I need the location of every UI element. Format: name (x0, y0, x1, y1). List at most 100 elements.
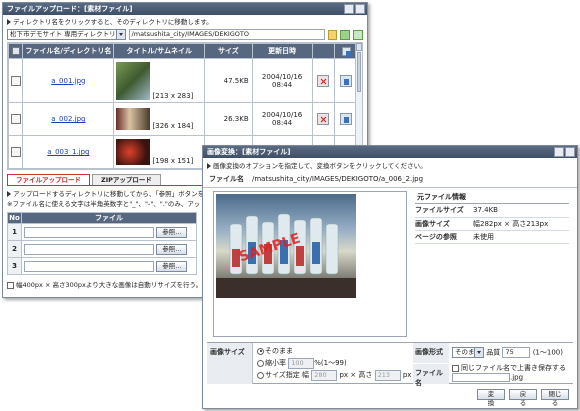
file-icon-cell (8, 102, 24, 136)
option-custom[interactable]: サイズ指定 幅 280 px × 高さ 213 px (257, 369, 411, 381)
px-x-label: px × 高さ (339, 371, 373, 379)
minimize-icon[interactable] (344, 4, 354, 14)
directory-hint-text: ディレクトリ名をクリックすると、そのディレクトリに移動します。 (13, 18, 213, 26)
convert-title-text: 画像変換：[素材ファイル] (207, 148, 291, 156)
folder-up-icon[interactable] (340, 29, 351, 40)
upload-file-input[interactable] (24, 260, 154, 272)
overwrite-label: 同じファイル名で上書き保存する (461, 364, 566, 372)
overwrite-checkbox[interactable] (452, 364, 459, 372)
radio-custom-label: サイズ指定 幅 (265, 371, 310, 379)
upload-hint-2: ※ファイル名に使える文字は半角英数字と"_"、"-"、"."のみ、アップロ (7, 200, 199, 208)
upload-table: No ファイル 1 参照... 2 参照... 3 参照... (7, 212, 197, 275)
tab-file-upload[interactable]: ファイルアップロード (7, 174, 90, 185)
info-value: 37.4KB (473, 204, 569, 218)
width-input[interactable]: 280 (311, 369, 338, 381)
resize-checkbox[interactable] (7, 281, 14, 289)
thumbnail-image[interactable] (116, 61, 151, 100)
close-button[interactable]: 閉じる (541, 389, 569, 407)
upload-file-cell: 参照... (21, 257, 197, 275)
col-title: タイトル/サムネイル (113, 43, 206, 59)
filename-row: ファイル名 /matsushita_city/IMAGES/DEKIGOTO/a… (203, 171, 577, 188)
radio-asis[interactable] (257, 347, 264, 355)
radio-shrink[interactable] (257, 359, 264, 367)
thumbnail-image[interactable] (116, 108, 151, 130)
close-icon[interactable] (355, 4, 365, 14)
scroll-thumb[interactable] (357, 52, 361, 92)
height-input[interactable]: 213 (374, 369, 401, 381)
format-label: 画像形式 (413, 343, 449, 363)
convert-window-title: 画像変換：[素材ファイル] (203, 146, 577, 158)
arrow-icon (7, 191, 11, 197)
info-table: ファイルサイズ 37.4KB 画像サイズ 幅282px × 高さ213px ページの… (415, 204, 569, 244)
scroll-up-icon[interactable] (356, 43, 362, 51)
refresh-icon[interactable] (353, 29, 364, 40)
filename-label: ファイル名 (209, 175, 244, 183)
image-dims: [198 x 151] (152, 157, 194, 165)
option-shrink[interactable]: 縮小率 100 %(1〜99) (257, 357, 411, 369)
trash-icon[interactable] (341, 46, 351, 57)
convert-hint-text: 画像変換のオプションを指定して、変換ボタンをクリックしてください。 (213, 162, 427, 170)
browse-button[interactable]: 参照... (156, 260, 188, 272)
directory-hint: ディレクトリ名をクリックすると、そのディレクトリに移動します。 (3, 17, 367, 27)
radio-shrink-label: 縮小率 (265, 359, 286, 367)
upload-file-input[interactable] (24, 226, 154, 238)
quality-input[interactable]: 75 (502, 347, 531, 358)
convert-icon[interactable] (340, 113, 353, 125)
radio-custom[interactable] (257, 371, 264, 379)
browse-button[interactable]: 参照... (156, 226, 188, 238)
info-row: ファイルサイズ 37.4KB (415, 204, 569, 218)
upload-title-text: ファイルアップロード：[素材ファイル] (7, 5, 133, 13)
delete-icon[interactable] (317, 74, 330, 87)
info-value: 幅282px × 高さ213px (473, 217, 569, 231)
minimize-icon[interactable] (554, 147, 564, 157)
format-select[interactable]: そのまま (452, 347, 484, 358)
table-row[interactable]: a_001.jpg [213 x 283] 47.5KB 2004/10/16 … (8, 58, 358, 103)
col-no: No (7, 212, 22, 224)
filename2-controls: 同じファイル名で上書き保存する .jpg (452, 364, 566, 383)
file-icon (10, 75, 21, 86)
file-name-cell: a_002.jpg (22, 102, 115, 136)
convert-icon[interactable] (340, 74, 353, 87)
directory-select[interactable]: 松下市デモサイト 専用ディレクトリ (7, 29, 126, 40)
file-icon (10, 114, 21, 124)
title-buttons (344, 4, 365, 14)
delete-icon[interactable] (317, 113, 330, 125)
file-size: 26.3KB (204, 102, 253, 136)
image-convert-window: 画像変換：[素材ファイル] 画像変換のオプションを指定して、変換ボタンをクリック… (202, 145, 578, 409)
overwrite-option[interactable]: 同じファイル名で上書き保存する (452, 364, 566, 373)
shrink-input[interactable]: 100 (288, 357, 315, 369)
filename2-label: ファイル名 (413, 364, 449, 387)
tab-zip-upload[interactable]: ZIPアップロード (92, 174, 161, 185)
table-row[interactable]: a_002.jpg [326 x 184] 26.3KB 2004/10/16 … (8, 102, 358, 136)
arrow-icon (7, 19, 11, 25)
option-asis[interactable]: そのまま (257, 345, 411, 357)
back-button[interactable]: 戻 る (509, 389, 537, 407)
folder-icon[interactable] (327, 29, 338, 40)
path-field: /matsushita_city/IMAGES/DEKIGOTO (128, 29, 325, 40)
close-icon[interactable] (565, 147, 575, 157)
file-link[interactable]: a_003_1.jpg (47, 148, 89, 156)
convert-hint: 画像変換のオプションを指定して、変換ボタンをクリックしてください。 (203, 161, 577, 171)
upload-file-input[interactable] (24, 243, 154, 255)
convert-button[interactable]: 変 換 (477, 389, 505, 407)
col-filename[interactable]: ファイル名/ディレクトリ名 (22, 43, 115, 59)
row-number: 2 (7, 240, 22, 258)
file-date: 2004/10/16 08:44 (251, 102, 313, 136)
format-controls: そのまま 品質 75 (1〜100) (452, 347, 563, 358)
browse-button[interactable]: 参照... (156, 243, 188, 255)
resize-note: 幅400px × 高さ300pxより大きな画像は自動リサイズを行う。 (16, 281, 199, 289)
thumbnail-image[interactable] (116, 139, 151, 165)
file-name-cell: a_001.jpg (22, 58, 115, 103)
delete-cell (311, 102, 336, 136)
radio-asis-label: そのまま (265, 347, 293, 355)
new-filename-input[interactable] (452, 373, 510, 382)
image-size-label: 画像サイズ (207, 343, 253, 384)
col-date[interactable]: 更新日時 (251, 43, 313, 59)
col-size[interactable]: サイズ (204, 43, 253, 59)
chevron-down-icon (115, 30, 125, 39)
file-link[interactable]: a_001.jpg (51, 77, 85, 85)
select-all-icon[interactable] (11, 47, 20, 55)
image-dims: [213 x 283] (152, 91, 194, 100)
info-value: 未使用 (473, 230, 569, 244)
file-link[interactable]: a_002.jpg (51, 115, 85, 123)
